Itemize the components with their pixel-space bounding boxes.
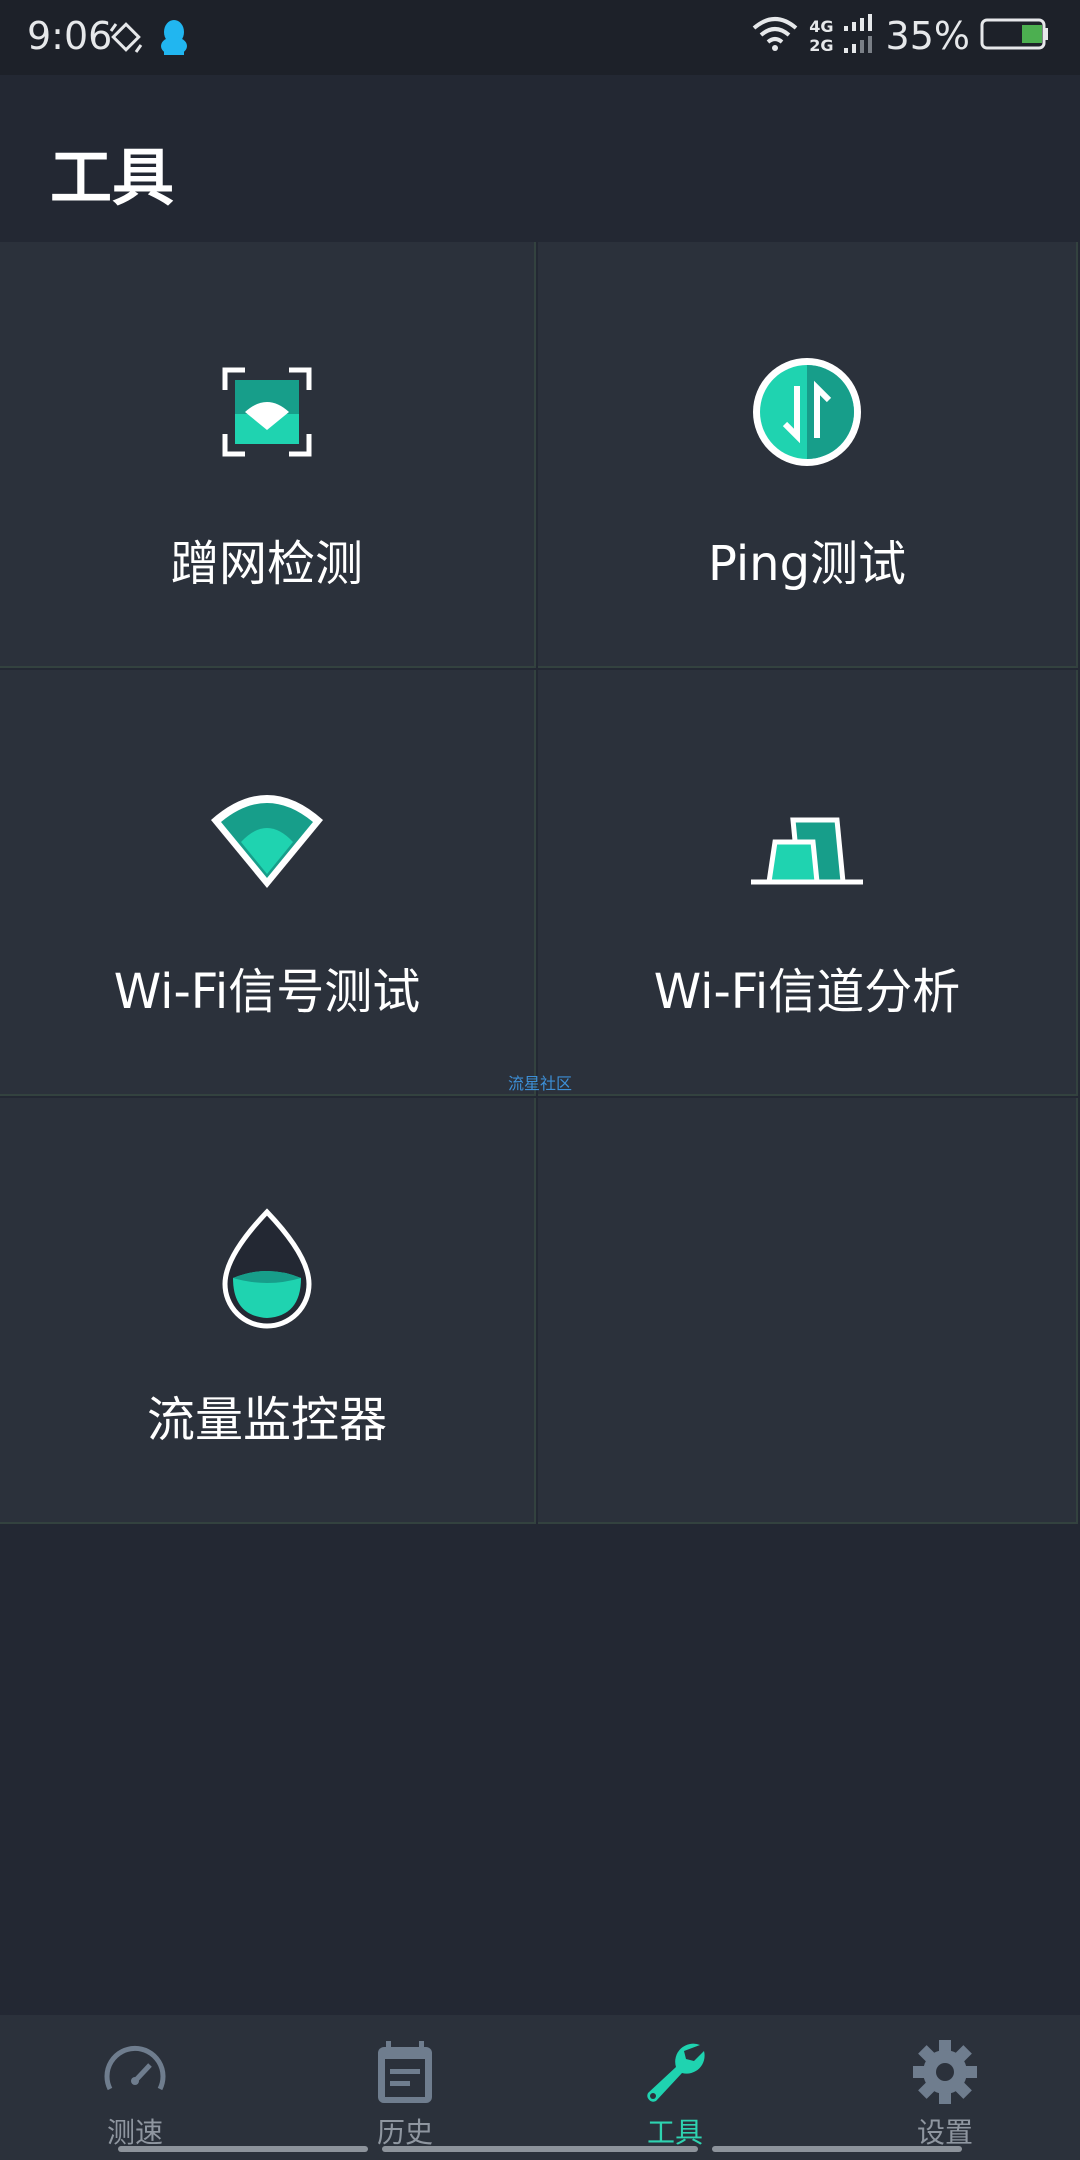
tool-label: 流量监控器 (146, 1392, 387, 1448)
tool-tile-ping[interactable]: Ping测试 (538, 242, 1078, 668)
history-clipboard-icon (370, 2037, 440, 2107)
gesture-bar-left (118, 2146, 368, 2152)
tool-tile-wifi-signal[interactable]: Wi-Fi信号测试 (0, 670, 536, 1096)
page-title: 工具 (50, 141, 175, 214)
tool-label: 蹭网检测 (170, 536, 363, 592)
bottom-nav: 测速 历史 工具 设置 (0, 2015, 1080, 2160)
nav-item-settings[interactable]: 设置 (845, 2037, 1045, 2149)
nav-label: 测速 (106, 2116, 163, 2149)
nav-label: 历史 (376, 2116, 433, 2149)
tool-tile-channel-analysis[interactable]: Wi-Fi信道分析 (538, 670, 1078, 1096)
ping-arrows-icon (737, 342, 877, 482)
wifi-icon (751, 16, 799, 56)
network-type-bottom: 2G (809, 36, 834, 55)
network-type-top: 4G (809, 17, 834, 36)
speedometer-icon (100, 2037, 170, 2107)
rotate-icon (108, 19, 144, 59)
status-time: 9:06 (27, 14, 113, 58)
qq-icon (158, 18, 190, 60)
nav-item-speedtest[interactable]: 测速 (35, 2037, 235, 2149)
battery-percent: 35% (885, 14, 970, 58)
wifi-signal-icon (197, 770, 337, 910)
tool-tile-traffic-monitor[interactable]: 流量监控器 (0, 1098, 536, 1524)
nav-label: 设置 (916, 2116, 973, 2149)
water-drop-icon (197, 1198, 337, 1338)
nav-item-tools[interactable]: 工具 (575, 2037, 775, 2149)
gesture-bar-right (712, 2146, 962, 2152)
watermark: 流星社区 (507, 1074, 572, 1093)
tool-label: Ping测试 (707, 536, 907, 592)
gesture-bar-center (382, 2146, 698, 2152)
scan-wifi-icon (197, 342, 337, 482)
header: 工具 (0, 75, 1080, 242)
network-type: 4G 2G (809, 17, 833, 55)
status-bar: 9:06 4G 2G 35% (0, 0, 1080, 75)
signal-icon (843, 14, 876, 58)
nav-item-history[interactable]: 历史 (305, 2037, 505, 2149)
tool-tile-anti-leech[interactable]: 蹭网检测 (0, 242, 536, 668)
battery-icon (980, 16, 1050, 56)
gear-icon (910, 2037, 980, 2107)
tools-grid: 蹭网检测 Ping测试 Wi-Fi信号测试 Wi-Fi信道分析 流量监控器 (0, 242, 1080, 1527)
tool-label: Wi-Fi信道分析 (653, 964, 961, 1020)
wrench-icon (640, 2037, 710, 2107)
empty-tile (538, 1098, 1078, 1524)
channel-bars-icon (737, 770, 877, 910)
nav-label: 工具 (646, 2116, 703, 2149)
tool-label: Wi-Fi信号测试 (113, 964, 421, 1020)
